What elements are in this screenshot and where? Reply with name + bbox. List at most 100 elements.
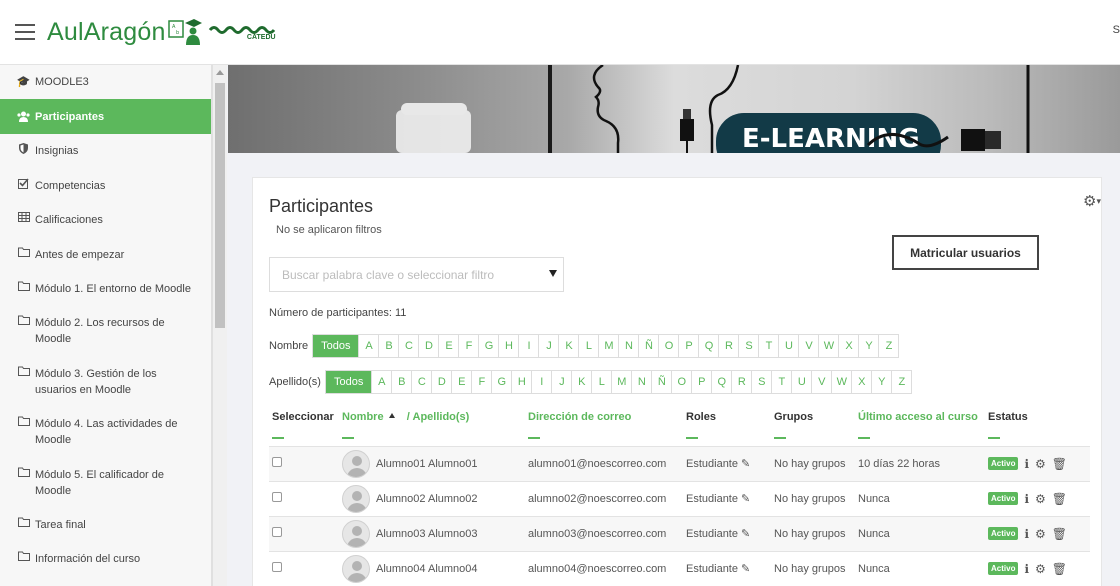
row-checkbox[interactable] [272,562,282,572]
sort-firstname-link[interactable]: Nombre [342,411,384,423]
row-checkbox[interactable] [272,527,282,537]
firstname-letter[interactable]: A [358,335,378,357]
gear-icon[interactable]: ⚙ [1035,457,1046,471]
lastname-all-button[interactable]: Todos [325,371,372,393]
lastname-letter[interactable]: N [631,371,651,393]
participant-name-link[interactable]: Alumno03 Alumno03 [376,528,478,540]
firstname-letter[interactable]: M [598,335,618,357]
lastname-letter[interactable]: K [571,371,591,393]
trash-icon[interactable]: 🗑 [1052,457,1067,471]
lastname-letter[interactable]: Z [891,371,911,393]
sidebar-item-antes-de-empezar[interactable]: Antes de empezar [0,247,211,263]
lastname-letter[interactable]: H [511,371,531,393]
lastname-letter[interactable]: G [491,371,511,393]
sidebar-item-modulo-3[interactable]: Módulo 3. Gestión de los usuarios en Moo… [0,366,211,398]
lastname-letter[interactable]: M [611,371,631,393]
edit-role-pencil-icon[interactable]: ✎ [741,493,750,505]
lastname-letter[interactable]: D [431,371,451,393]
sidebar-item-modulo-2[interactable]: Módulo 2. Los recursos de Moodle [0,315,211,347]
gear-icon[interactable]: ⚙ [1035,492,1046,506]
firstname-letter[interactable]: V [798,335,818,357]
site-logo[interactable]: AulAragón A b CATEDU [47,18,276,47]
gear-icon[interactable]: ⚙▾ [1083,192,1101,210]
firstname-letter[interactable]: J [538,335,558,357]
trash-icon[interactable]: 🗑 [1052,562,1067,576]
lastname-letter[interactable]: Ñ [651,371,671,393]
col-header-email[interactable]: Dirección de correo [525,407,683,447]
firstname-letter[interactable]: P [678,335,698,357]
firstname-letter[interactable]: X [838,335,858,357]
avatar[interactable] [342,484,370,513]
lastname-letter[interactable]: C [411,371,431,393]
info-icon[interactable]: ℹ [1024,527,1029,541]
sidebar-scrollbar[interactable] [212,65,227,586]
firstname-letter[interactable]: Ñ [638,335,658,357]
lastname-letter[interactable]: A [371,371,391,393]
lastname-letter[interactable]: W [831,371,851,393]
gear-icon[interactable]: ⚙ [1035,527,1046,541]
user-menu[interactable]: S [1113,24,1120,36]
lastname-letter[interactable]: U [791,371,811,393]
lastname-letter[interactable]: T [771,371,791,393]
sidebar-item-tarea-final[interactable]: Tarea final [0,517,211,533]
avatar[interactable] [342,554,370,583]
edit-role-pencil-icon[interactable]: ✎ [741,458,750,470]
sidebar-item-participantes[interactable]: Participantes [0,99,211,134]
firstname-letter[interactable]: B [378,335,398,357]
sidebar-item-modulo-5[interactable]: Módulo 5. El calificador de Moodle [0,467,211,499]
firstname-letter[interactable]: W [818,335,838,357]
edit-role-pencil-icon[interactable]: ✎ [741,563,750,575]
firstname-letter[interactable]: C [398,335,418,357]
row-checkbox[interactable] [272,457,282,467]
enrol-users-button[interactable]: Matricular usuarios [892,235,1039,270]
lastname-letter[interactable]: J [551,371,571,393]
lastname-letter[interactable]: B [391,371,411,393]
firstname-letter[interactable]: Q [698,335,718,357]
participant-name-link[interactable]: Alumno01 Alumno01 [376,458,478,470]
sort-lastname-link[interactable]: / Apellido(s) [407,411,470,423]
trash-icon[interactable]: 🗑 [1052,527,1067,541]
info-icon[interactable]: ℹ [1024,492,1029,506]
avatar[interactable] [342,519,370,548]
lastname-letter[interactable]: E [451,371,471,393]
lastname-letter[interactable]: L [591,371,611,393]
firstname-letter[interactable]: H [498,335,518,357]
firstname-all-button[interactable]: Todos [313,335,359,357]
scroll-up-arrow-icon[interactable] [216,70,224,75]
firstname-letter[interactable]: Y [858,335,878,357]
lastname-letter[interactable]: Q [711,371,731,393]
firstname-letter[interactable]: R [718,335,738,357]
firstname-letter[interactable]: K [558,335,578,357]
firstname-letter[interactable]: U [778,335,798,357]
search-filter-box[interactable] [269,257,564,292]
col-header-last-access[interactable]: Último acceso al curso [855,407,985,447]
scrollbar-thumb[interactable] [215,83,225,328]
firstname-letter[interactable]: L [578,335,598,357]
sidebar-item-competencias[interactable]: Competencias [0,178,211,194]
trash-icon[interactable]: 🗑 [1052,492,1067,506]
participant-name-link[interactable]: Alumno02 Alumno02 [376,493,478,505]
col-header-name[interactable]: Nombre / Apellido(s) [339,407,525,447]
sidebar-item-modulo-4[interactable]: Módulo 4. Las actividades de Moodle [0,416,211,448]
menu-toggle-icon[interactable] [15,24,35,40]
lastname-letter[interactable]: V [811,371,831,393]
firstname-letter[interactable]: E [438,335,458,357]
sidebar-item-modulo-1[interactable]: Módulo 1. El entorno de Moodle [0,281,211,297]
lastname-letter[interactable]: X [851,371,871,393]
lastname-letter[interactable]: S [751,371,771,393]
firstname-letter[interactable]: I [518,335,538,357]
firstname-letter[interactable]: F [458,335,478,357]
lastname-letter[interactable]: Y [871,371,891,393]
participant-name-link[interactable]: Alumno04 Alumno04 [376,563,478,575]
sidebar-item-informacion[interactable]: Información del curso [0,551,211,567]
avatar[interactable] [342,449,370,478]
dropdown-caret-icon[interactable] [549,270,557,277]
firstname-letter[interactable]: Z [878,335,898,357]
firstname-letter[interactable]: G [478,335,498,357]
lastname-letter[interactable]: I [531,371,551,393]
lastname-letter[interactable]: P [691,371,711,393]
info-icon[interactable]: ℹ [1024,457,1029,471]
lastname-letter[interactable]: O [671,371,691,393]
firstname-letter[interactable]: T [758,335,778,357]
lastname-letter[interactable]: F [471,371,491,393]
